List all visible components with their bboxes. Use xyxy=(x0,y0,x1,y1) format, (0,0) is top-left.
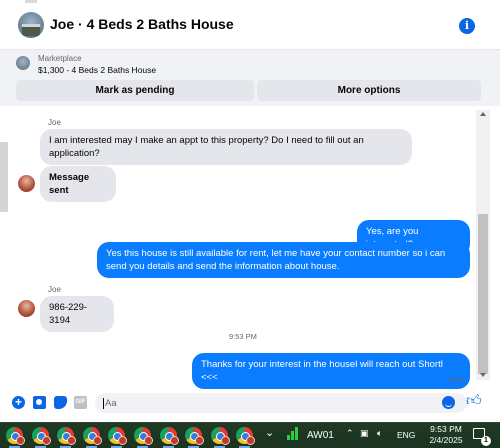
listing-thumbnail[interactable] xyxy=(16,56,30,70)
camera-icon[interactable] xyxy=(33,396,46,409)
language-indicator[interactable]: ENG xyxy=(397,430,415,440)
taskbar-app-icon[interactable] xyxy=(185,427,205,448)
info-icon[interactable]: i xyxy=(459,18,475,34)
taskbar-app-icon[interactable] xyxy=(210,427,230,448)
incoming-message[interactable]: I am interested may I make an appt to th… xyxy=(40,129,412,165)
outgoing-message[interactable]: Thanks for your interest in the housel w… xyxy=(192,353,470,389)
message-input-placeholder: Aa xyxy=(105,398,117,410)
taskbar-app-icon[interactable] xyxy=(82,427,102,448)
sender-avatar[interactable] xyxy=(18,300,35,317)
taskbar-app-icon[interactable] xyxy=(159,427,179,448)
text-caret xyxy=(103,398,104,409)
scroll-down-arrow-icon[interactable] xyxy=(480,373,486,377)
sender-name: Joe xyxy=(48,285,61,294)
plus-icon[interactable]: + xyxy=(12,396,25,409)
left-scroll-edge xyxy=(0,142,8,212)
network-icon[interactable]: ▣ xyxy=(360,428,369,439)
taskbar-app-icon[interactable] xyxy=(108,427,128,448)
scroll-up-arrow-icon[interactable] xyxy=(480,112,486,116)
conversation-header: Joe · 4 Beds 2 Baths House i xyxy=(0,0,500,50)
chevron-up-icon[interactable]: ⌃ xyxy=(346,428,354,439)
taskbar-app-icon[interactable] xyxy=(134,427,153,448)
taskbar-app-icon[interactable] xyxy=(31,427,51,448)
sender-name: Joe xyxy=(48,118,61,127)
clock-time[interactable]: 9:53 PM xyxy=(426,424,466,434)
mark-as-pending-button[interactable]: Mark as pending xyxy=(16,80,254,101)
message-input[interactable]: Aa xyxy=(95,393,467,413)
window-edge xyxy=(25,0,37,3)
like-icon[interactable]: 👍︎ xyxy=(466,393,482,409)
scrollbar-thumb[interactable] xyxy=(478,214,488,374)
conversation-title[interactable]: Joe · 4 Beds 2 Baths House xyxy=(50,16,234,32)
outgoing-message[interactable]: Yes this house is still available for re… xyxy=(97,242,470,278)
chat-scrollbar[interactable] xyxy=(476,110,490,380)
taskbar-app-icon[interactable] xyxy=(57,427,77,448)
taskbar-app-icon[interactable] xyxy=(6,427,25,448)
message-timestamp: 9:53 PM xyxy=(229,332,257,341)
sender-avatar[interactable] xyxy=(18,175,35,192)
taskbar-app-icon[interactable] xyxy=(236,427,256,448)
stock-ticker[interactable]: AW01 xyxy=(307,430,334,441)
gif-icon[interactable]: GIF xyxy=(74,396,87,409)
notification-badge[interactable]: 1 xyxy=(481,436,491,446)
incoming-message[interactable]: 986-229-3194 xyxy=(40,296,114,332)
stock-chart-icon[interactable] xyxy=(287,426,301,440)
more-options-button[interactable]: More options xyxy=(257,80,481,101)
clock-date[interactable]: 2/4/2025 xyxy=(422,435,470,445)
chevron-down-icon[interactable]: ⌄ xyxy=(265,426,274,439)
listing-price-title[interactable]: $1,300 - 4 Beds 2 Baths House xyxy=(38,65,156,75)
volume-icon[interactable]: 🔈︎ xyxy=(377,428,382,439)
sent-status: Sent xyxy=(448,375,464,384)
emoji-icon[interactable] xyxy=(442,396,455,409)
listing-avatar[interactable] xyxy=(18,12,44,38)
incoming-message[interactable]: Message sent xyxy=(40,166,116,202)
marketplace-label: Marketplace xyxy=(38,54,82,63)
